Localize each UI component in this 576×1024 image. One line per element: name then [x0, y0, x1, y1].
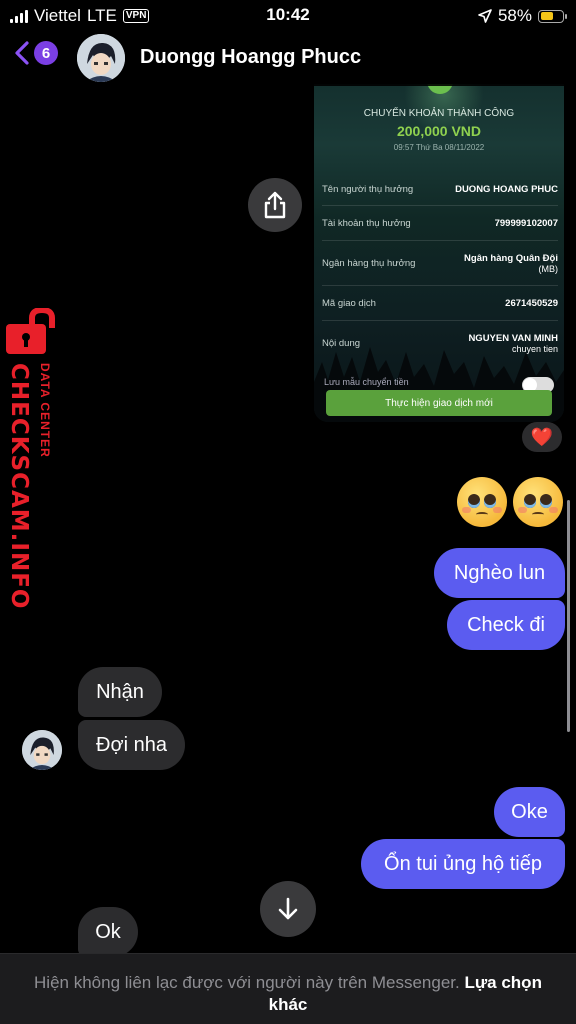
composer-unavailable-bar: Hiện không liên lạc được với người này t…	[0, 953, 576, 1024]
bank-name: Ngân hàng Quân Đội	[464, 252, 558, 264]
message-bubble-incoming[interactable]: Nhận	[78, 667, 162, 717]
chevron-left-icon	[15, 41, 29, 65]
receipt-row-value: 799999102007	[494, 217, 558, 229]
back-button[interactable]: 6	[14, 40, 58, 66]
bank-code: (MB)	[538, 263, 559, 274]
unavailable-notice-text: Hiện không liên lạc được với người này t…	[34, 973, 460, 992]
scroll-to-bottom-button[interactable]	[260, 881, 316, 937]
battery-icon	[538, 9, 567, 23]
padlock-icon	[6, 308, 55, 354]
pleading-face-emoji[interactable]	[457, 477, 507, 527]
receipt-title: CHUYỂN KHOẢN THÀNH CÔNG	[363, 108, 515, 119]
receipt-row: Tên người thụ hưởng DUONG HOANG PHUC	[322, 173, 558, 206]
arrow-down-icon	[278, 897, 298, 920]
message-bubble-outgoing[interactable]: Check đi	[447, 600, 565, 650]
message-bubble-incoming[interactable]: Ok	[78, 907, 138, 957]
status-right: 58%	[478, 6, 567, 26]
receipt-amount: 200,000 VND	[396, 123, 482, 139]
receipt-row: Ngân hàng thụ hưởng Ngân hàng Quân Đội (M…	[322, 241, 558, 286]
checkscam-watermark: CHECKSCAM.INFO DATA CENTER	[0, 308, 70, 610]
sender-name: NGUYEN VAN MINH	[468, 333, 558, 344]
receipt-datetime: 09:57 Thứ Ba 08/11/2022	[393, 143, 485, 152]
receipt-row-value: NGUYEN VAN MINH chuyen tien	[468, 333, 558, 354]
receipt-row-value: 2671450529	[505, 297, 558, 309]
message-bubble-outgoing[interactable]: Oke	[494, 787, 565, 837]
receipt-row-label: Tài khoản thụ hưởng	[322, 217, 411, 229]
pleading-face-emoji[interactable]	[513, 477, 563, 527]
battery-percent: 58%	[497, 6, 532, 25]
receipt-row-value: DUONG HOANG PHUC	[455, 183, 558, 195]
status-bar: Viettel LTE VPN 10:42 58%	[0, 0, 576, 30]
share-button[interactable]	[248, 178, 302, 232]
transfer-receipt-image[interactable]: CHUYỂN KHOẢN THÀNH CÔNG 200,000 VND 09:5…	[314, 84, 564, 422]
heart-reaction[interactable]: ❤️	[522, 422, 562, 452]
share-icon	[264, 191, 286, 219]
transfer-note: chuyen tien	[511, 344, 558, 354]
receipt-row-value: Ngân hàng Quân Đội (MB)	[464, 253, 558, 274]
unavailable-notice: Hiện không liên lạc được với người này t…	[30, 972, 546, 1016]
heart-icon: ❤️	[530, 426, 554, 447]
receipt-row: Nội dung NGUYEN VAN MINH chuyen tien	[322, 321, 558, 366]
location-arrow-icon	[478, 9, 492, 23]
message-bubble-incoming[interactable]: Đợi nha	[78, 720, 185, 770]
receipt-details: Tên người thụ hưởng DUONG HOANG PHUC Tài…	[322, 173, 558, 366]
receipt-row: Mã giao dịch 2671450529	[322, 286, 558, 321]
contact-name[interactable]: Duongg Hoangg Phucc	[140, 46, 361, 69]
receipt-row: Tài khoản thụ hưởng 799999102007	[322, 206, 558, 241]
watermark-tagline: DATA CENTER	[38, 363, 52, 458]
contact-avatar[interactable]	[77, 34, 125, 82]
conversation-header: 6 Duongg Hoangg Phucc	[0, 30, 576, 86]
receipt-row-label: Mã giao dịch	[322, 297, 376, 309]
receipt-row-label: Ngân hàng thụ hưởng	[322, 257, 416, 269]
message-bubble-outgoing[interactable]: Nghèo lun	[434, 548, 565, 598]
scrollbar[interactable]	[567, 500, 570, 732]
receipt-row-label: Nội dung	[322, 338, 361, 349]
receipt-row-label: Tên người thụ hưởng	[322, 183, 414, 195]
unread-count-badge: 6	[34, 41, 58, 65]
sender-avatar[interactable]	[22, 730, 62, 770]
new-transaction-button: Thực hiện giao dịch mới	[326, 390, 552, 416]
message-bubble-outgoing[interactable]: Ổn tui ủng hộ tiếp	[361, 839, 565, 889]
watermark-brand: CHECKSCAM.INFO	[6, 363, 32, 610]
